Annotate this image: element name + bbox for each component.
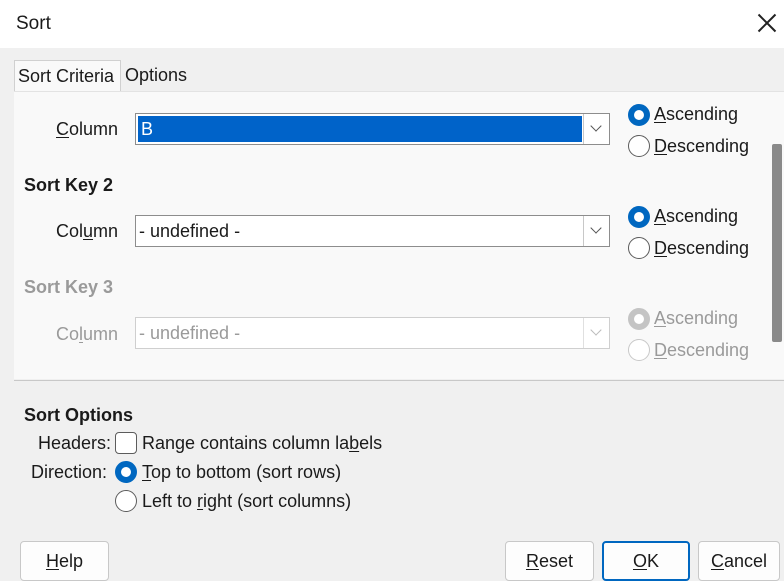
left-to-right-radio[interactable] bbox=[115, 490, 137, 512]
sort-key-3-descending-radio bbox=[628, 339, 650, 361]
title-bar: Sort bbox=[0, 0, 784, 48]
direction-label: Direction: bbox=[31, 462, 108, 482]
sort-key-1-descending-label[interactable]: Descending bbox=[654, 136, 749, 157]
scrollbar-thumb[interactable] bbox=[772, 144, 782, 342]
dropdown-button[interactable] bbox=[583, 216, 609, 246]
selection-highlight bbox=[138, 116, 582, 142]
chevron-down-icon bbox=[590, 324, 602, 336]
sort-key-2-descending-radio[interactable] bbox=[628, 237, 650, 259]
sort-key-2-column-label: Column bbox=[56, 221, 119, 241]
chevron-down-icon bbox=[590, 222, 602, 234]
sort-key-3-ascending-label: Ascending bbox=[654, 308, 739, 328]
tab-options[interactable]: Options bbox=[121, 60, 197, 92]
sort-key-1-ascending-radio[interactable] bbox=[628, 104, 650, 126]
sort-key-2-heading: Sort Key 2 bbox=[24, 175, 114, 195]
section-divider bbox=[14, 380, 784, 381]
window-title: Sort bbox=[16, 13, 51, 34]
sort-key-3-heading: Sort Key 3 bbox=[24, 277, 114, 297]
reset-button[interactable]: Reset bbox=[505, 541, 594, 581]
sort-key-1-column-select[interactable]: B bbox=[135, 113, 610, 145]
sort-key-3-column-select: - undefined - bbox=[135, 317, 610, 349]
sort-key-2-column-select[interactable]: - undefined - bbox=[135, 215, 610, 247]
headers-label: Headers: bbox=[38, 433, 112, 453]
dropdown-button[interactable] bbox=[583, 114, 609, 144]
sort-options-heading: Sort Options bbox=[24, 405, 133, 425]
sort-key-1-ascending-label[interactable]: Ascending bbox=[654, 104, 738, 125]
tab-sort-criteria[interactable]: Sort Criteria bbox=[14, 60, 121, 92]
sort-key-1-descending-radio[interactable] bbox=[628, 135, 650, 157]
sort-key-2-ascending-radio[interactable] bbox=[628, 206, 650, 228]
close-icon[interactable] bbox=[755, 11, 779, 35]
sort-key-2-descending-label[interactable]: Descending bbox=[654, 238, 749, 259]
left-to-right-label[interactable]: Left to right (sort columns) bbox=[142, 491, 351, 512]
help-button[interactable]: Help bbox=[20, 541, 109, 581]
top-to-bottom-label[interactable]: Top to bottom (sort rows) bbox=[142, 462, 341, 483]
sort-key-2-ascending-label[interactable]: Ascending bbox=[654, 206, 738, 227]
range-contains-labels-label[interactable]: Range contains column labels bbox=[142, 433, 382, 454]
top-to-bottom-radio[interactable] bbox=[115, 461, 137, 483]
dropdown-button bbox=[583, 318, 609, 348]
sort-key-3-ascending-radio bbox=[628, 308, 650, 330]
range-contains-labels-checkbox[interactable] bbox=[115, 432, 137, 454]
sort-key-2-column-value: - undefined - bbox=[139, 221, 241, 241]
sort-key-3-descending-label: Descending bbox=[654, 340, 750, 360]
cancel-button[interactable]: Cancel bbox=[698, 541, 780, 581]
ok-button[interactable]: OK bbox=[602, 541, 690, 581]
sort-key-3-column-value: - undefined - bbox=[139, 323, 241, 343]
sort-key-1-column-value: B bbox=[141, 119, 154, 139]
chevron-down-icon bbox=[590, 120, 602, 132]
sort-key-1-column-label: Column bbox=[56, 119, 119, 139]
sort-key-3-column-label: Column bbox=[56, 324, 119, 344]
